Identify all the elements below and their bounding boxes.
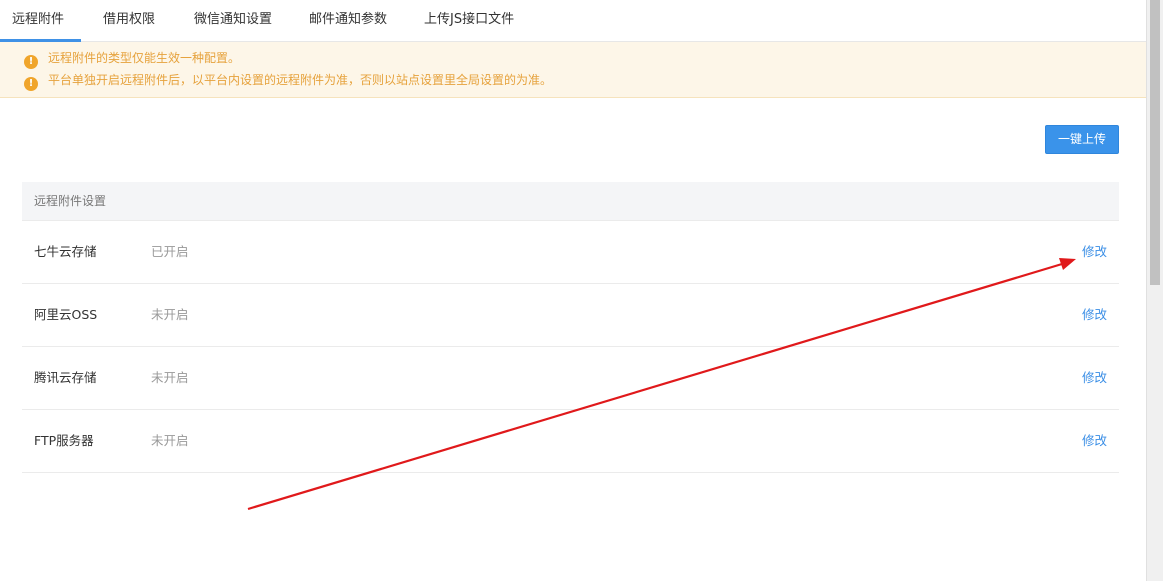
notice-panel: ! 远程附件的类型仅能生效一种配置。 ! 平台单独开启远程附件后，以平台内设置的远程… [0,42,1146,98]
storage-status: 未开启 [151,370,189,385]
edit-link[interactable]: 修改 [1082,284,1107,346]
storage-name: FTP服务器 [34,433,94,448]
storage-name: 七牛云存储 [34,244,97,259]
tab-borrow-permission[interactable]: 借用权限 [103,0,155,42]
edit-link[interactable]: 修改 [1082,347,1107,409]
warning-icon: ! [24,77,38,91]
tab-bar: 远程附件 借用权限 微信通知设置 邮件通知参数 上传JS接口文件 [0,0,1146,42]
table-header: 远程附件设置 [22,182,1119,221]
table-row: 七牛云存储 已开启 修改 [22,221,1119,284]
table-row: FTP服务器 未开启 修改 [22,410,1119,473]
storage-name: 阿里云OSS [34,307,98,322]
table-row: 阿里云OSS 未开启 修改 [22,284,1119,347]
tab-upload-js[interactable]: 上传JS接口文件 [424,0,514,42]
storage-name: 腾讯云存储 [34,370,97,385]
one-click-upload-button[interactable]: 一键上传 [1045,125,1119,154]
storage-status: 未开启 [151,307,189,322]
table-row: 腾讯云存储 未开启 修改 [22,347,1119,410]
warning-icon: ! [24,55,38,69]
vertical-scrollbar[interactable] [1146,0,1163,581]
notice-item: ! 远程附件的类型仅能生效一种配置。 [24,48,241,69]
storage-status: 未开启 [151,433,189,448]
notice-text: 平台单独开启远程附件后，以平台内设置的远程附件为准，否则以站点设置里全局设置的为… [48,73,553,87]
scrollbar-thumb[interactable] [1150,0,1160,285]
storage-status: 已开启 [151,244,189,259]
notice-text: 远程附件的类型仅能生效一种配置。 [48,51,241,65]
tab-email-notify[interactable]: 邮件通知参数 [309,0,387,42]
edit-link[interactable]: 修改 [1082,410,1107,472]
edit-link[interactable]: 修改 [1082,221,1107,283]
tab-remote-attachment[interactable]: 远程附件 [12,0,64,42]
remote-attachment-table: 远程附件设置 七牛云存储 已开启 修改 阿里云OSS 未开启 修改 腾讯云存储 … [22,182,1119,473]
tab-wechat-notify[interactable]: 微信通知设置 [194,0,272,42]
notice-item: ! 平台单独开启远程附件后，以平台内设置的远程附件为准，否则以站点设置里全局设置的… [24,70,553,91]
